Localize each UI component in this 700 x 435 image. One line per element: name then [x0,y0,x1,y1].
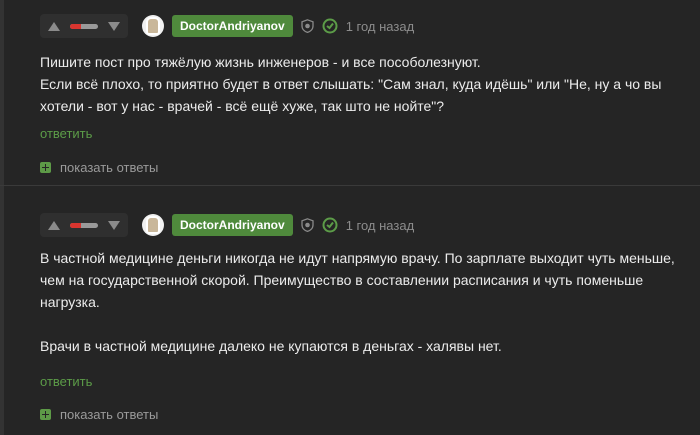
show-replies-button[interactable]: показать ответы [40,160,158,175]
sync-icon [322,217,338,233]
comment-header: DoctorAndriyanov 1 год назад [40,213,414,237]
rating-negative-fill [70,23,82,29]
avatar[interactable] [142,214,164,236]
rating-negative-fill [70,222,82,228]
comment-time: 1 год назад [345,18,415,34]
sync-icon [322,18,338,34]
reply-link[interactable]: ответить [40,126,92,141]
show-replies-label: показать ответы [60,160,159,175]
shield-icon [301,19,314,33]
comment-1: DoctorAndriyanov 1 год назад Пишите пост… [0,0,700,185]
reply-link[interactable]: ответить [40,374,92,389]
shield-icon [301,218,314,232]
vote-widget [40,213,128,237]
arrow-up-icon[interactable] [48,220,60,230]
username-badge[interactable]: DoctorAndriyanov [172,214,293,236]
show-replies-button[interactable]: показать ответы [40,407,158,422]
comment-time: 1 год назад [345,217,415,233]
avatar[interactable] [142,15,164,37]
plus-icon [40,162,51,173]
comment-line: Врачи в частной медицине далеко не купаю… [40,338,502,354]
arrow-up-icon[interactable] [48,21,60,31]
show-replies-label: показать ответы [60,407,159,422]
comment-line [40,313,700,335]
plus-icon [40,409,51,420]
arrow-down-icon[interactable] [108,21,120,31]
rating-bar [70,222,98,228]
username-badge[interactable]: DoctorAndriyanov [172,15,293,37]
comment-line: В частной медицине деньги никогда не иду… [40,250,675,266]
comment-body: Пишите пост про тяжёлую жизнь инженеров … [40,51,700,117]
comment-line: хотели - вот у нас - врачей - всё ещё ху… [40,98,445,114]
vote-widget [40,14,128,38]
comment-line: нагрузка. [40,294,100,310]
comment-body: В частной медицине деньги никогда не иду… [40,247,700,357]
comment-line: Пишите пост про тяжёлую жизнь инженеров … [40,54,481,70]
comment-2: DoctorAndriyanov 1 год назад В частной м… [0,186,700,435]
arrow-down-icon[interactable] [108,220,120,230]
comment-header: DoctorAndriyanov 1 год назад [40,14,414,38]
comment-line: Если всё плохо, то приятно будет в ответ… [40,76,662,92]
rating-bar [70,23,98,29]
comment-line: чем на государственной скорой. Преимущес… [40,272,644,288]
